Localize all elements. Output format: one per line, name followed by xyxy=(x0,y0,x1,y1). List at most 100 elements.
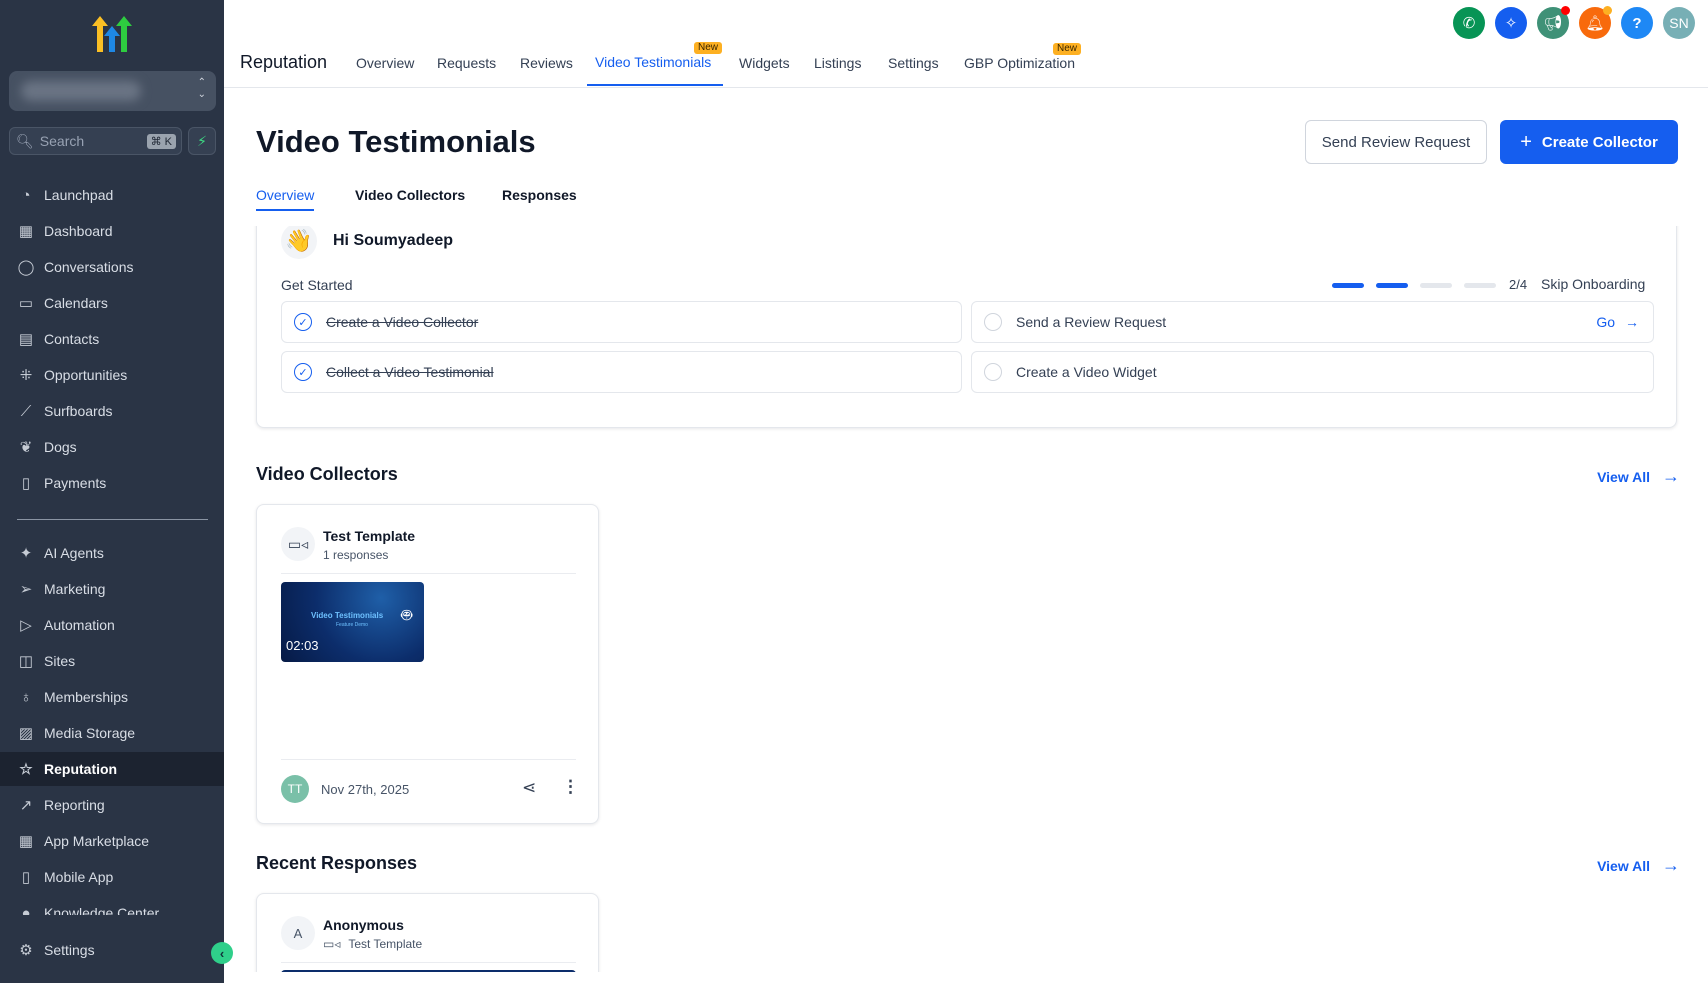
subtab-responses[interactable]: Responses xyxy=(502,187,577,203)
help-icon: ● xyxy=(21,904,31,916)
top-nav: Reputation Overview Requests Reviews Vid… xyxy=(224,0,1708,88)
bolt-icon: ⚡︎ xyxy=(197,132,207,149)
task-send-review-request[interactable]: Send a Review Request Go → xyxy=(971,301,1654,343)
divider xyxy=(281,962,576,963)
task-collect-testimonial[interactable]: ✓ Collect a Video Testimonial xyxy=(281,351,962,393)
subtab-overview[interactable]: Overview xyxy=(256,187,315,211)
sidebar-item-automation[interactable]: ▷ Automation xyxy=(0,608,224,642)
responder-name: Anonymous xyxy=(323,917,404,933)
sidebar-item-opportunities[interactable]: ⁜ Opportunities xyxy=(0,358,224,392)
tab-overview[interactable]: Overview xyxy=(356,55,414,71)
account-switcher[interactable]: ⌃ ⌄ xyxy=(9,71,216,111)
automation-icon: ▷ xyxy=(20,617,32,634)
search-icon: 🔍︎ xyxy=(16,132,34,149)
sidebar-item-settings[interactable]: ⚙︎ Settings xyxy=(0,933,224,967)
circle-icon xyxy=(984,363,1002,381)
task-create-widget[interactable]: Create a Video Widget xyxy=(971,351,1654,393)
new-badge: New xyxy=(694,42,723,54)
more-options-icon[interactable]: ⋮ xyxy=(562,777,579,797)
sidebar-nav[interactable]: ◔ Launchpad ▦ Dashboard ◯ Conversations ▭ Ca… xyxy=(0,178,224,915)
sidebar-item-surfboards[interactable]: ⟋ Surfboards xyxy=(0,394,224,428)
sparkle-icon: ✦ xyxy=(19,545,33,562)
payments-icon: ▯ xyxy=(21,475,31,492)
arrow-right-icon: → xyxy=(1662,855,1680,875)
tab-settings[interactable]: Settings xyxy=(888,55,939,71)
skip-onboarding-link[interactable]: Skip Onboarding xyxy=(1541,276,1645,292)
share-icon[interactable]: ⋖ xyxy=(522,778,536,798)
video-subtitle: Feature Demo xyxy=(336,622,368,628)
sidebar-item-dashboard[interactable]: ▦ Dashboard xyxy=(0,214,224,248)
sidebar-item-media-storage[interactable]: ▨ Media Storage xyxy=(0,716,224,750)
sidebar-item-contacts[interactable]: ▤ Contacts xyxy=(0,322,224,356)
create-collector-button[interactable]: + Create Collector xyxy=(1500,120,1678,164)
phone-button[interactable]: ✆ xyxy=(1453,7,1485,39)
tab-listings[interactable]: Listings xyxy=(814,55,861,71)
phone-icon: ▯ xyxy=(21,869,31,886)
trend-icon: ↗ xyxy=(19,797,33,814)
shortcut-badge: ⌘ K xyxy=(146,133,176,149)
sidebar-item-calendars[interactable]: ▭ Calendars xyxy=(0,286,224,320)
page-title: Video Testimonials xyxy=(256,124,536,159)
search-input[interactable]: 🔍︎ Search ⌘ K xyxy=(9,127,182,155)
sparkle-icon: ✧ xyxy=(1504,15,1518,32)
collector-card[interactable]: ▭◃ Test Template 1 responses Video Testi… xyxy=(256,504,599,824)
sidebar-item-sites[interactable]: ◫ Sites xyxy=(0,644,224,678)
tab-requests[interactable]: Requests xyxy=(437,55,496,71)
quick-action-button[interactable]: ⚡︎ xyxy=(188,127,216,155)
announcements-button[interactable]: 📢︎ xyxy=(1537,6,1570,39)
main-content[interactable]: 👋 Hi Soumyadeep Get Started 2/4 Skip Onb… xyxy=(224,226,1708,972)
sidebar-item-payments[interactable]: ▯ Payments xyxy=(0,466,224,500)
progress-step xyxy=(1376,283,1408,288)
collector-date: Nov 27th, 2025 xyxy=(321,782,410,797)
greeting: Hi Soumyadeep xyxy=(333,232,454,249)
tab-reviews[interactable]: Reviews xyxy=(520,55,573,71)
megaphone-icon: 📢︎ xyxy=(1543,15,1563,32)
divider xyxy=(281,759,576,760)
sidebar-item-marketing[interactable]: ➢ Marketing xyxy=(0,572,224,606)
sidebar-item-memberships[interactable]: ♁ Memberships xyxy=(0,680,224,714)
arrow-right-icon: → xyxy=(1662,466,1680,486)
phone-icon: ✆ xyxy=(1462,15,1476,32)
unread-dot xyxy=(1561,6,1570,15)
active-tab-indicator xyxy=(587,84,723,86)
go-link[interactable]: Go → xyxy=(1596,314,1639,330)
gear-icon: ⚙︎ xyxy=(19,942,33,959)
surfboard-icon: ⟋ xyxy=(20,402,32,420)
sidebar-item-reputation[interactable]: ☆ Reputation xyxy=(0,752,224,786)
response-card[interactable]: A Anonymous ▭◃ Test Template xyxy=(256,893,599,972)
view-all-collectors-link[interactable]: View All → xyxy=(1597,466,1680,487)
sidebar-item-conversations[interactable]: ◯ Conversations xyxy=(0,250,224,284)
image-icon: ▨ xyxy=(18,725,34,742)
ai-button[interactable]: ✧ xyxy=(1495,7,1527,39)
plus-icon: + xyxy=(1520,130,1532,153)
arrow-right-icon: → xyxy=(1625,314,1639,330)
recent-responses-heading: Recent Responses xyxy=(256,853,418,873)
sidebar-item-reporting[interactable]: ↗ Reporting xyxy=(0,788,224,822)
globe-icon: ◫ xyxy=(18,653,34,670)
progress-step xyxy=(1332,283,1364,288)
avatar[interactable]: SN xyxy=(1663,7,1695,39)
sidebar-item-mobile-app[interactable]: ▯ Mobile App xyxy=(0,860,224,894)
video-thumbnail[interactable] xyxy=(281,970,576,972)
tab-widgets[interactable]: Widgets xyxy=(739,55,790,71)
tab-video-testimonials[interactable]: Video Testimonials xyxy=(595,54,711,70)
task-create-collector[interactable]: ✓ Create a Video Collector xyxy=(281,301,962,343)
sidebar-item-launchpad[interactable]: ◔ Launchpad xyxy=(0,178,224,212)
video-camera-icon: ▭◃ xyxy=(323,937,341,951)
launchpad-icon: ◔ xyxy=(21,186,31,204)
tab-gbp-optimization[interactable]: GBP Optimization xyxy=(964,55,1075,71)
help-button[interactable]: ? xyxy=(1621,7,1653,39)
view-all-responses-link[interactable]: View All → xyxy=(1597,855,1680,876)
video-thumbnail[interactable]: Video Testimonials Feature Demo 🤖︎ 02:03 xyxy=(281,582,424,662)
collapse-sidebar-button[interactable]: ‹ xyxy=(211,942,233,964)
app-logo[interactable] xyxy=(90,16,134,59)
subtab-video-collectors[interactable]: Video Collectors xyxy=(355,187,465,203)
sidebar-item-dogs[interactable]: ❦ Dogs xyxy=(0,430,224,464)
sidebar-item-app-marketplace[interactable]: ▦ App Marketplace xyxy=(0,824,224,858)
send-review-request-button[interactable]: Send Review Request xyxy=(1305,120,1487,164)
sidebar-item-ai-agents[interactable]: ✦ AI Agents xyxy=(0,536,224,570)
notifications-button[interactable]: 🔔︎ xyxy=(1579,6,1612,39)
sidebar-item-knowledge-center[interactable]: ● Knowledge Center xyxy=(0,896,224,916)
video-title: Video Testimonials xyxy=(311,611,384,620)
opportunities-icon: ⁜ xyxy=(19,367,33,384)
